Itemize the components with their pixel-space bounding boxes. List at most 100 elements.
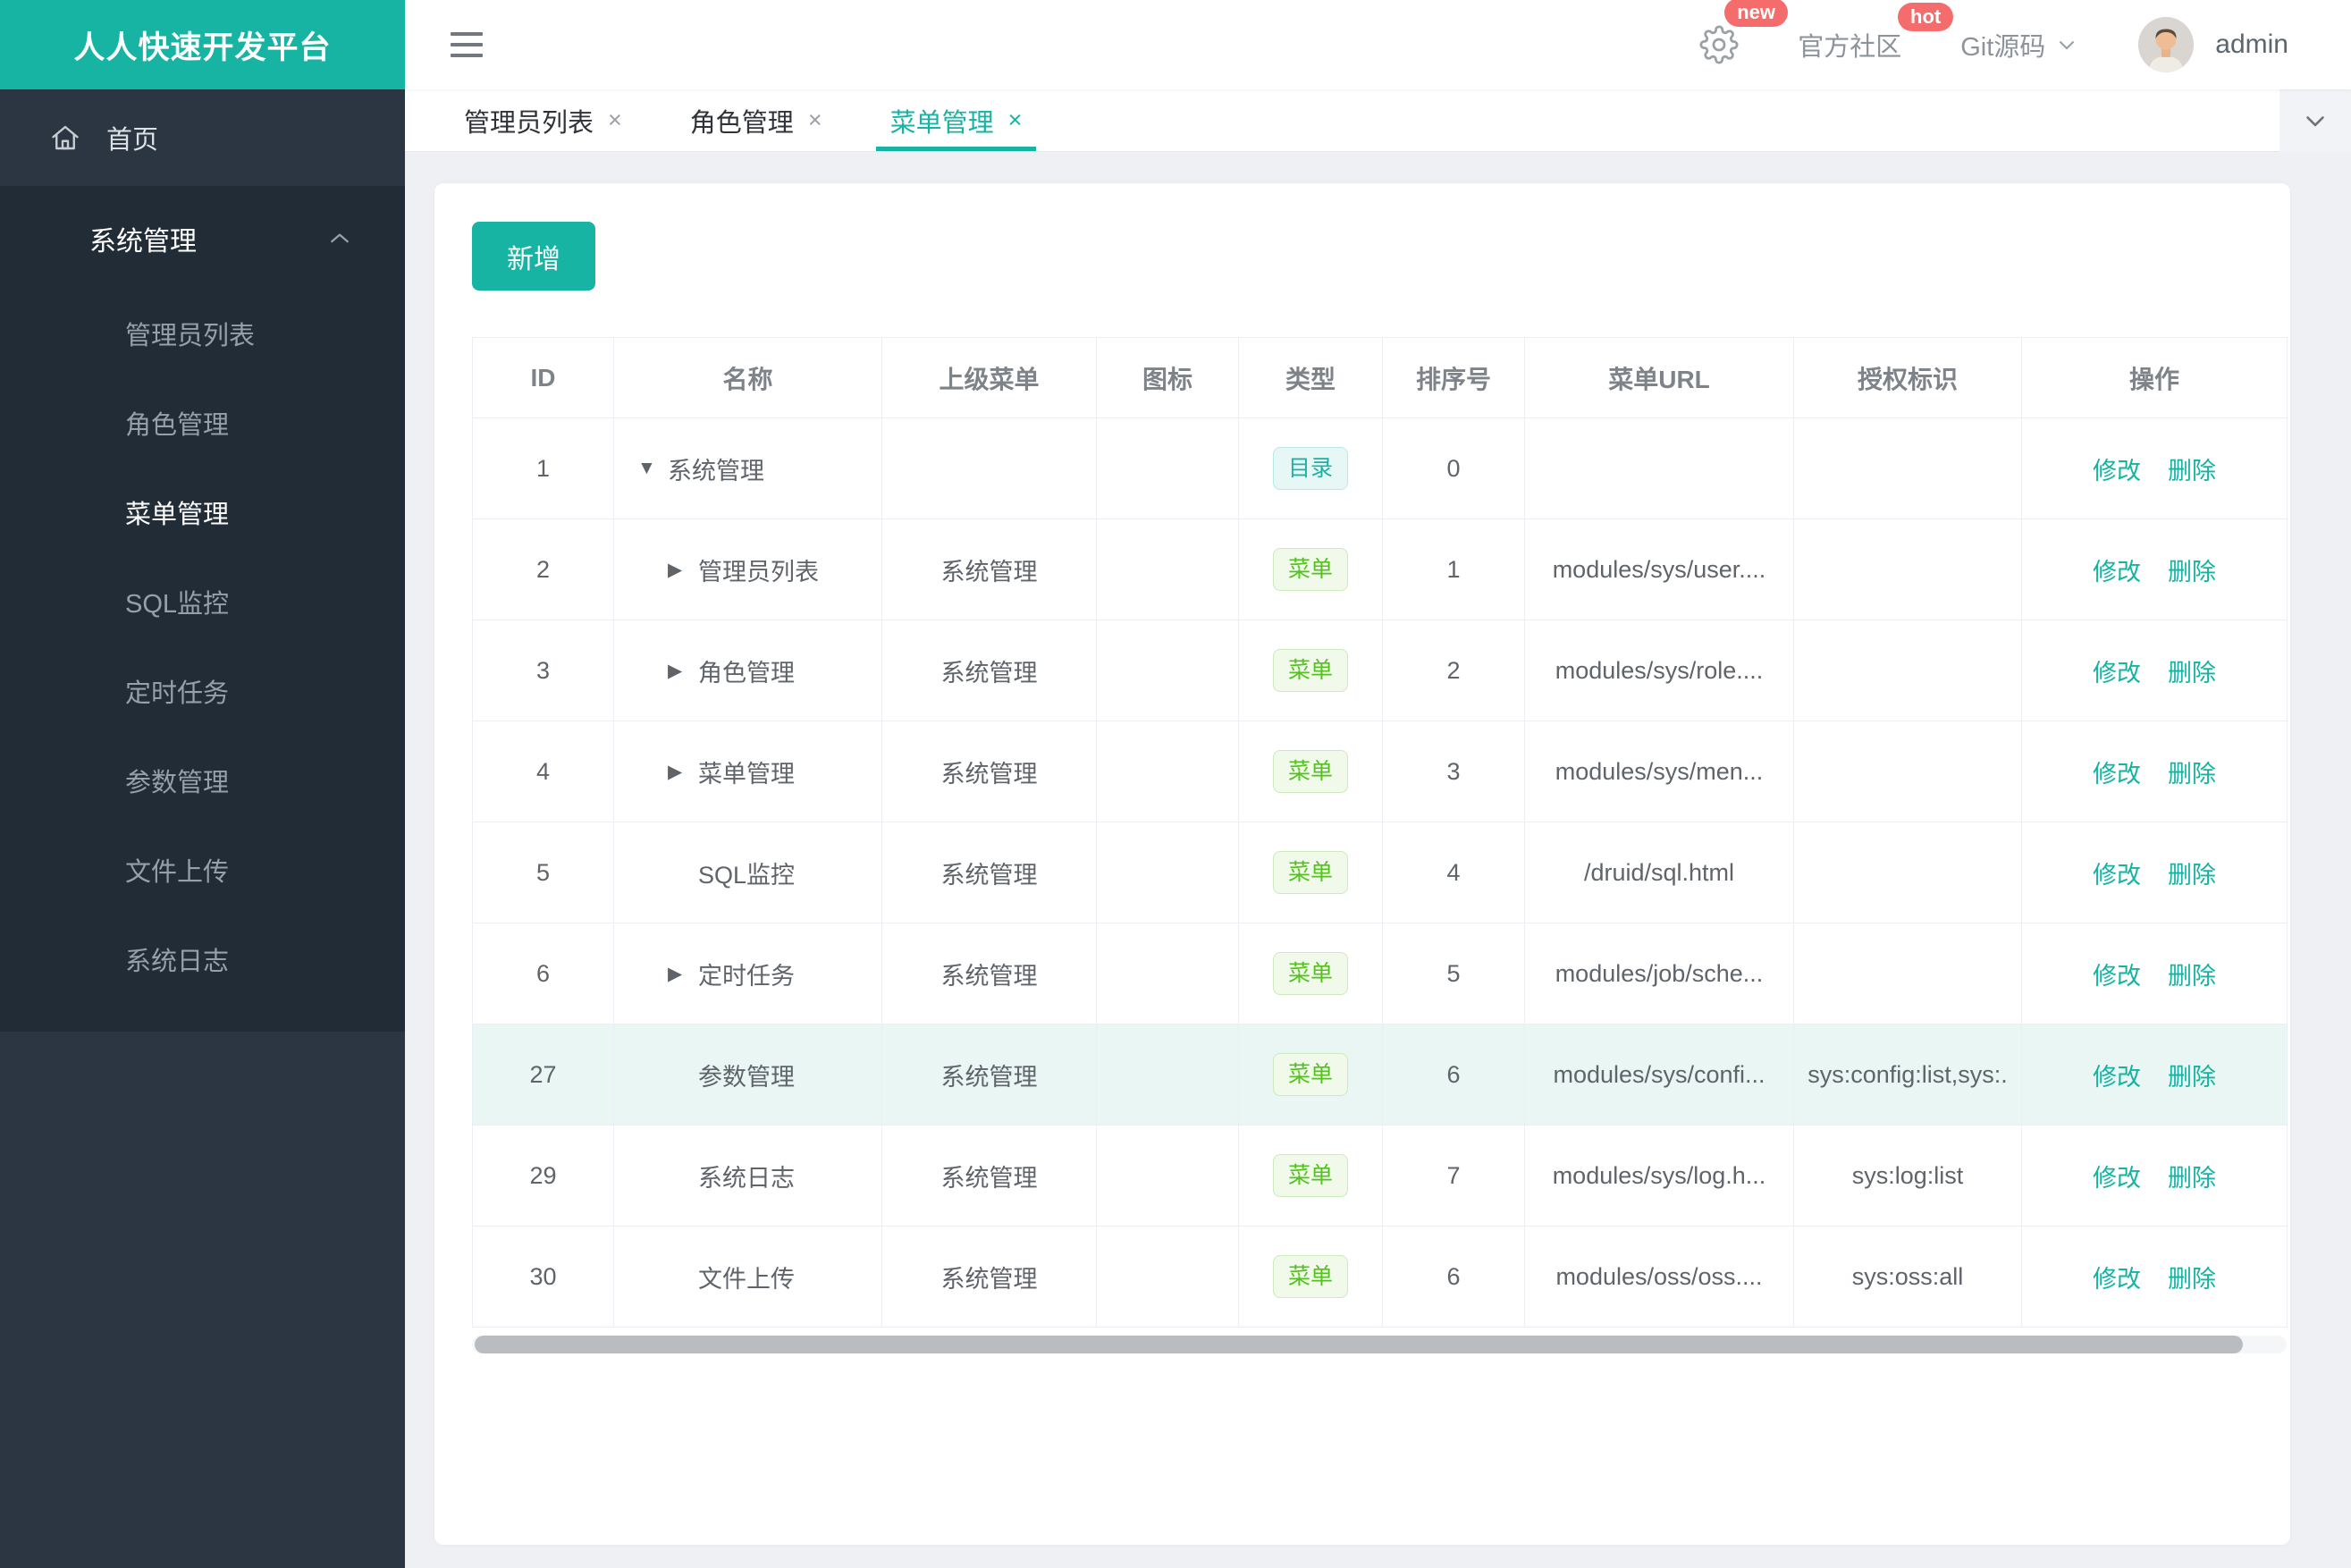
cell-parent: 系统管理 (881, 518, 1097, 620)
menu-toggle-button[interactable] (445, 27, 488, 63)
avatar (2138, 17, 2195, 72)
cell-id: 4 (472, 721, 614, 822)
cell-order: 1 (1382, 518, 1525, 620)
tab-close-icon[interactable]: × (808, 106, 822, 134)
delete-link[interactable]: 删除 (2168, 1064, 2216, 1091)
sidebar-group-system-toggle[interactable]: 系统管理 (0, 186, 405, 291)
cell-icon (1096, 822, 1239, 923)
edit-link[interactable]: 修改 (2093, 559, 2141, 586)
edit-link[interactable]: 修改 (2093, 862, 2141, 889)
edit-link[interactable]: 修改 (2093, 458, 2141, 485)
sidebar-item-home[interactable]: 首页 (0, 89, 405, 186)
cell-perm (1793, 923, 2022, 1024)
cell-id: 1 (472, 417, 614, 519)
cell-parent (881, 417, 1097, 519)
edit-link[interactable]: 修改 (2093, 1266, 2141, 1293)
column-header-3: 图标 (1096, 337, 1239, 418)
tabs: 管理员列表 × 角色管理 × 菜单管理 × (430, 89, 1056, 151)
cell-order: 2 (1382, 620, 1525, 721)
sidebar-home-label: 首页 (106, 126, 159, 155)
delete-link[interactable]: 删除 (2168, 963, 2216, 990)
cell-parent: 系统管理 (881, 1125, 1097, 1227)
header-right: new 官方社区 hot Git源码 admin (1699, 0, 2288, 72)
cell-order: 7 (1382, 1125, 1525, 1227)
column-header-6: 菜单URL (1524, 337, 1794, 418)
cell-actions: 修改 删除 (2021, 822, 2288, 923)
tree-toggle-caret[interactable]: ▶ (668, 660, 698, 682)
cell-actions: 修改 删除 (2021, 518, 2288, 620)
delete-link[interactable]: 删除 (2168, 1165, 2216, 1192)
sidebar-item-role-mgmt[interactable]: 角色管理 (0, 381, 405, 470)
cell-parent: 系统管理 (881, 620, 1097, 721)
cell-icon (1096, 1125, 1239, 1227)
home-icon (52, 125, 79, 150)
cell-id: 5 (472, 822, 614, 923)
edit-link[interactable]: 修改 (2093, 660, 2141, 687)
chevron-down-icon (2306, 116, 2324, 127)
delete-link[interactable]: 删除 (2168, 458, 2216, 485)
type-badge: 菜单 (1272, 1153, 1348, 1198)
hot-badge: hot (1898, 3, 1954, 32)
table-row: 1 ▼ 系统管理 目录 0 修改 删除 (472, 417, 2288, 519)
settings-button[interactable]: new (1699, 0, 1788, 64)
community-link[interactable]: 官方社区 hot (1798, 3, 1954, 63)
sidebar-item-scheduled-tasks[interactable]: 定时任务 (0, 649, 405, 738)
cell-type: 菜单 (1238, 923, 1383, 1024)
edit-link[interactable]: 修改 (2093, 1165, 2141, 1192)
cell-id: 2 (472, 518, 614, 620)
delete-link[interactable]: 删除 (2168, 761, 2216, 788)
tree-toggle-caret[interactable]: ▶ (668, 559, 698, 581)
menu-name: 菜单管理 (698, 760, 795, 788)
cell-name: 参数管理 (613, 1024, 882, 1125)
tab-role-mgmt[interactable]: 角色管理 × (685, 89, 828, 151)
menu-name: SQL监控 (698, 861, 796, 889)
table-row: 30 文件上传 系统管理 菜单 6 modules/oss/oss.... sys:oss:… (472, 1226, 2288, 1328)
cell-url: modules/sys/role.... (1524, 620, 1794, 721)
delete-link[interactable]: 删除 (2168, 660, 2216, 687)
cell-id: 6 (472, 923, 614, 1024)
tab-menu-mgmt[interactable]: 菜单管理 × (875, 89, 1037, 151)
delete-link[interactable]: 删除 (2168, 559, 2216, 586)
tab-close-icon[interactable]: × (1008, 106, 1023, 134)
chevron-down-icon (2060, 41, 2075, 50)
cell-perm (1793, 620, 2022, 721)
type-badge: 目录 (1272, 446, 1348, 491)
delete-link[interactable]: 删除 (2168, 1266, 2216, 1293)
sidebar-item-menu-mgmt[interactable]: 菜单管理 (0, 470, 405, 560)
tree-toggle-caret[interactable]: ▶ (668, 761, 698, 783)
user-menu[interactable]: admin (2138, 17, 2288, 72)
sidebar-item-param-mgmt[interactable]: 参数管理 (0, 738, 405, 828)
cell-actions: 修改 删除 (2021, 1024, 2288, 1125)
sidebar-item-sql-monitor[interactable]: SQL监控 (0, 560, 405, 649)
tree-toggle-caret[interactable]: ▼ (637, 458, 668, 479)
tree-toggle-caret[interactable]: ▶ (668, 963, 698, 985)
tab-overflow-button[interactable] (2279, 89, 2351, 152)
edit-link[interactable]: 修改 (2093, 761, 2141, 788)
sidebar-item-admin-list[interactable]: 管理员列表 (0, 291, 405, 381)
cell-id: 29 (472, 1125, 614, 1227)
table-row: 4 ▶ 菜单管理 系统管理 菜单 3 modules/sys/men... 修改 删除 (472, 721, 2288, 822)
edit-link[interactable]: 修改 (2093, 1064, 2141, 1091)
cell-actions: 修改 删除 (2021, 1226, 2288, 1328)
tab-close-icon[interactable]: × (608, 106, 622, 134)
tab-label: 角色管理 (689, 108, 794, 138)
column-header-8: 操作 (2021, 337, 2288, 418)
delete-link[interactable]: 删除 (2168, 862, 2216, 889)
tab-admin-list[interactable]: 管理员列表 × (459, 89, 628, 151)
horizontal-scrollbar-track (472, 1336, 2287, 1353)
cell-url: modules/job/sche... (1524, 923, 1794, 1024)
menu-mgmt-panel: 新增 ID 名称 上级菜单 图标 类型 排序号 菜单URL 授权标识 操作 1 ▼ 系统管理 目录 0 修… (434, 183, 2290, 1545)
horizontal-scrollbar-thumb[interactable] (475, 1336, 2243, 1353)
add-button[interactable]: 新增 (472, 222, 595, 291)
community-label: 官方社区 (1798, 33, 1902, 62)
cell-url: modules/sys/confi... (1524, 1024, 1794, 1125)
menu-name: 系统管理 (668, 457, 764, 485)
sidebar-item-system-log[interactable]: 系统日志 (0, 917, 405, 1007)
cell-name: ▶ 定时任务 (613, 923, 882, 1024)
git-source-dropdown[interactable]: Git源码 (1960, 26, 2079, 63)
git-source-label: Git源码 (1960, 33, 2046, 62)
edit-link[interactable]: 修改 (2093, 963, 2141, 990)
menu-name: 参数管理 (698, 1063, 795, 1091)
sidebar-submenu: 管理员列表 角色管理 菜单管理 SQL监控 定时任务 参数管理 文件上传 系统日志 (0, 291, 405, 1007)
sidebar-item-file-upload[interactable]: 文件上传 (0, 828, 405, 917)
